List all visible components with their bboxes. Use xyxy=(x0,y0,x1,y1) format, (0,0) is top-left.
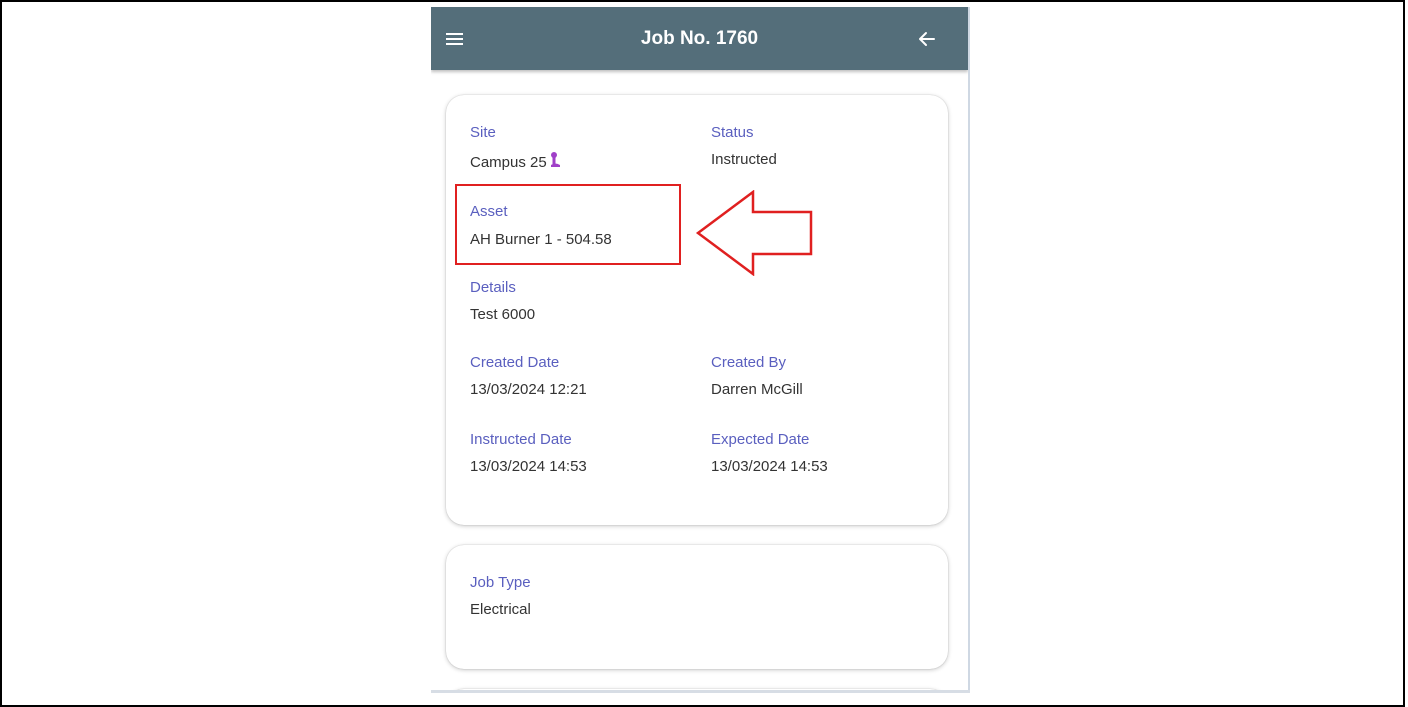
expected-date-value: 13/03/2024 14:53 xyxy=(711,458,828,475)
left-arrow-outline-icon xyxy=(695,189,817,281)
asset-highlight-box xyxy=(455,184,681,265)
arrow-left-icon[interactable] xyxy=(917,29,937,49)
created-by-label: Created By xyxy=(711,354,787,371)
job-details-card: Site Campus 25 Status Instructed Asset A… xyxy=(446,95,948,525)
details-label: Details xyxy=(470,279,516,296)
page-title: Job No. 1760 xyxy=(640,28,759,49)
created-date-label: Created Date xyxy=(470,354,560,371)
instructed-date-value: 13/03/2024 14:53 xyxy=(470,458,587,475)
site-label: Site xyxy=(470,124,496,141)
status-label: Status xyxy=(711,124,754,141)
expected-date-label: Expected Date xyxy=(711,431,810,448)
created-by-value: Darren McGill xyxy=(711,381,803,398)
mobile-app-window: Job No. 1760 Site Campus 25 Status Instr… xyxy=(431,7,970,693)
site-value: Campus 25 xyxy=(470,154,547,171)
instructed-date-label: Instructed Date xyxy=(470,431,572,448)
details-value: Test 6000 xyxy=(470,306,536,323)
status-value: Instructed xyxy=(711,151,777,168)
created-date-value: 13/03/2024 12:21 xyxy=(470,381,587,398)
job-type-value: Electrical xyxy=(470,601,531,618)
job-type-card: Job Type Electrical xyxy=(446,545,948,669)
app-window-edge xyxy=(968,7,970,693)
map-pin-icon[interactable] xyxy=(550,151,561,172)
site-value-row: Campus 25 xyxy=(470,151,561,172)
app-window-bottom-edge xyxy=(431,690,970,693)
job-type-label: Job Type xyxy=(470,574,531,591)
top-app-bar: Job No. 1760 xyxy=(431,7,968,70)
